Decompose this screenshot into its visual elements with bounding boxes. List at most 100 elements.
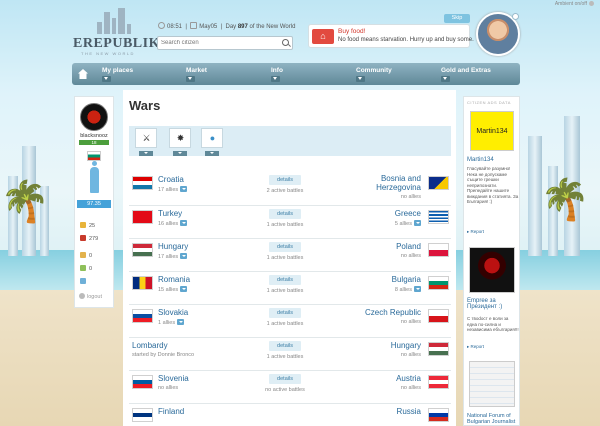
skyline-logo-icon (93, 8, 133, 34)
ad-image[interactable] (469, 361, 515, 407)
main-navigation: My places Market Info Community Gold and… (72, 63, 520, 85)
ad-image[interactable] (469, 247, 515, 293)
details-button[interactable]: details (269, 209, 301, 219)
defender-allies: no allies (400, 352, 421, 358)
defender-name[interactable]: Bulgaria (392, 275, 421, 284)
chevron-down-icon[interactable] (414, 286, 421, 292)
active-battles: 1 active battles (266, 288, 304, 294)
building (528, 136, 542, 256)
chat-row[interactable] (80, 278, 89, 285)
attacker-name[interactable]: Romania (158, 275, 190, 284)
chevron-down-icon[interactable] (356, 76, 365, 82)
details-button[interactable]: details (269, 175, 301, 185)
details-button[interactable]: details (269, 275, 301, 285)
chevron-down-icon[interactable] (102, 76, 111, 82)
ad-title[interactable]: Martin134 (467, 157, 494, 163)
war-row: Hungary 17 allies details 1 active battl… (129, 239, 451, 272)
alerts-row[interactable]: 0 (80, 265, 92, 272)
defender-name[interactable]: Poland (396, 242, 421, 251)
chevron-down-icon[interactable] (180, 286, 188, 292)
details-button[interactable]: details (269, 308, 301, 318)
attacker-allies[interactable]: 16 allies (158, 220, 188, 227)
chevron-down-icon[interactable] (205, 151, 219, 156)
health-bar: 97.35 (77, 200, 111, 208)
server-time: 08:51 (167, 24, 183, 30)
citizenship-flag[interactable] (87, 151, 101, 161)
messages-row[interactable]: 0 (80, 252, 92, 259)
citizen-avatar[interactable] (476, 12, 520, 56)
war-starter[interactable]: started by Donnie Bronco (132, 352, 194, 358)
defender-allies[interactable]: 8 allies (395, 286, 421, 293)
war-row: Croatia 17 allies details 2 active battl… (129, 172, 451, 206)
attacker-name[interactable]: Lombardy (132, 341, 168, 350)
details-button[interactable]: details (269, 242, 301, 252)
chevron-down-icon[interactable] (180, 253, 188, 259)
ad-title[interactable]: Empree за Президент :) (467, 298, 519, 310)
skip-button[interactable]: Skip (444, 14, 470, 23)
chevron-down-icon[interactable] (180, 186, 188, 192)
war-row: Finland Russia (129, 404, 451, 426)
ambient-toggle[interactable]: Ambient on/off (555, 1, 594, 7)
filter-country-wars[interactable]: ✸ (169, 128, 191, 156)
report-link[interactable]: ▸ Report (467, 229, 484, 235)
chevron-down-icon[interactable] (271, 76, 280, 82)
profile-name[interactable]: blacksnooz (75, 133, 113, 139)
war-row: Slovakia 1 allies details 1 active battl… (129, 305, 451, 338)
attacker-name[interactable]: Croatia (158, 175, 184, 184)
search-input[interactable] (158, 37, 278, 49)
logout-link[interactable]: logout (79, 293, 102, 300)
notification-title[interactable]: Buy food! (338, 28, 365, 35)
details-button[interactable]: details (269, 341, 301, 351)
attacker-name[interactable]: Finland (158, 407, 184, 416)
attacker-name[interactable]: Slovenia (158, 374, 189, 383)
defender-name[interactable]: Czech Republic (365, 308, 421, 317)
report-link[interactable]: ▸ Report (467, 344, 484, 350)
energy-icon (512, 13, 519, 20)
chevron-down-icon[interactable] (186, 76, 195, 82)
home-icon[interactable] (78, 69, 88, 79)
ad-title[interactable]: National Forum of Bulgarian Journalist (467, 413, 519, 425)
attacker-name[interactable]: Slovakia (158, 308, 188, 317)
attacker-flag (132, 276, 153, 290)
ad-image[interactable]: Martin134 (470, 111, 514, 151)
attacker-allies: no allies (158, 385, 179, 391)
chevron-down-icon[interactable] (139, 151, 153, 156)
defender-flag (428, 375, 449, 389)
defender-allies[interactable]: 5 allies (395, 220, 421, 227)
attacker-allies[interactable]: 15 allies (158, 286, 188, 293)
defender-flag (428, 342, 449, 356)
ads-heading: CITIZEN ADS DATA (467, 100, 511, 105)
food-icon: ⌂ (312, 29, 334, 44)
building (8, 176, 18, 256)
filter-my-wars[interactable]: ⚔ (135, 128, 157, 156)
defender-name[interactable]: Bosnia and Herzegovina (341, 174, 421, 192)
chevron-down-icon[interactable] (414, 220, 421, 226)
chevron-down-icon[interactable] (177, 319, 185, 325)
erepublik-logo[interactable]: EREPUBLIK THE NEW WORLD (73, 8, 159, 56)
attacker-name[interactable]: Hungary (158, 242, 188, 251)
attacker-allies[interactable]: 1 allies (158, 319, 185, 326)
building (22, 146, 36, 256)
defender-flag (428, 408, 449, 422)
war-row: Turkey 16 allies details 1 active battle… (129, 206, 451, 239)
profile-avatar[interactable] (80, 103, 108, 131)
chevron-down-icon[interactable] (441, 76, 450, 82)
defender-flag (428, 309, 449, 323)
attacker-name[interactable]: Turkey (158, 209, 182, 218)
defender-name[interactable]: Hungary (391, 341, 421, 350)
chevron-down-icon[interactable] (173, 151, 187, 156)
filter-world-wars[interactable]: ● (201, 128, 223, 156)
attacker-allies[interactable]: 17 allies (158, 186, 188, 193)
active-battles: 1 active battles (266, 222, 304, 228)
ads-sidebar: CITIZEN ADS DATA Martin134 Martin134 Гла… (463, 96, 520, 426)
attacker-allies[interactable]: 17 allies (158, 253, 188, 260)
details-button[interactable]: details (269, 374, 301, 384)
calendar-icon (190, 22, 198, 29)
defender-name[interactable]: Austria (396, 374, 421, 383)
chevron-down-icon[interactable] (180, 220, 188, 226)
attacker-flag (132, 210, 153, 224)
defender-name[interactable]: Greece (395, 209, 421, 218)
gold-icon (80, 235, 86, 241)
search-icon[interactable] (282, 39, 289, 46)
defender-name[interactable]: Russia (397, 407, 421, 416)
